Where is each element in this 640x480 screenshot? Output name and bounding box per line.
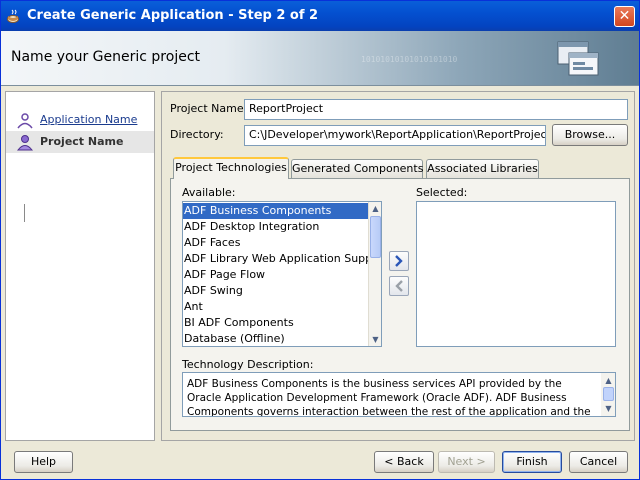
- cancel-button[interactable]: Cancel: [569, 451, 628, 473]
- available-label: Available:: [182, 186, 236, 199]
- selected-technologies-list[interactable]: [416, 201, 616, 347]
- application-window-icon: [557, 41, 599, 76]
- step-label: Project Name: [40, 135, 124, 148]
- next-button[interactable]: Next >: [438, 451, 495, 473]
- help-button[interactable]: Help: [14, 451, 73, 473]
- header-banner: Name your Generic project 10101010101010…: [1, 31, 639, 86]
- scrollbar-thumb[interactable]: [370, 216, 381, 258]
- list-item[interactable]: ADF Library Web Application Support: [183, 251, 381, 267]
- window-title: Create Generic Application - Step 2 of 2: [27, 8, 319, 23]
- banner-binary-decoration: 10101010101010101010: [361, 55, 458, 64]
- scroll-up-arrow-icon[interactable]: ▲: [602, 374, 615, 387]
- list-item[interactable]: Ant: [183, 299, 369, 315]
- directory-label: Directory:: [170, 128, 224, 141]
- step-project-name[interactable]: Project Name: [6, 131, 154, 153]
- available-list-scrollbar[interactable]: ▲ ▼: [368, 202, 381, 346]
- step-application-name[interactable]: Application Name: [6, 109, 154, 131]
- dialog-window: Create Generic Application - Step 2 of 2…: [0, 0, 640, 480]
- project-name-label: Project Name:: [170, 102, 248, 115]
- step-person-icon-current: [16, 135, 34, 151]
- list-item[interactable]: ADF Faces: [183, 235, 369, 251]
- tab-generated-components[interactable]: Generated Components: [291, 159, 423, 178]
- step-label: Application Name: [40, 113, 138, 126]
- scroll-down-arrow-icon[interactable]: ▼: [602, 402, 615, 415]
- technology-description-label: Technology Description:: [182, 358, 314, 371]
- scroll-up-arrow-icon[interactable]: ▲: [369, 202, 382, 215]
- title-bar[interactable]: Create Generic Application - Step 2 of 2…: [1, 1, 639, 31]
- description-scrollbar[interactable]: ▲ ▼: [601, 373, 615, 416]
- remove-from-selected-button[interactable]: [389, 276, 409, 296]
- tab-project-technologies[interactable]: Project Technologies: [173, 157, 289, 179]
- close-button[interactable]: ✕: [614, 6, 635, 27]
- list-item[interactable]: ADF Page Flow: [183, 267, 369, 283]
- browse-button[interactable]: Browse...: [552, 124, 628, 146]
- add-to-selected-button[interactable]: [389, 251, 409, 271]
- page-title: Name your Generic project: [11, 49, 201, 65]
- coffee-cup-icon: [7, 9, 19, 23]
- chevron-left-icon: [395, 280, 403, 292]
- scroll-down-arrow-icon[interactable]: ▼: [369, 333, 382, 346]
- technology-description-text: ADF Business Components is the business …: [187, 378, 591, 417]
- wizard-steps-panel: Application Name Project Name: [5, 91, 155, 441]
- directory-input[interactable]: C:\JDeveloper\mywork\ReportApplication\R…: [244, 125, 546, 146]
- technology-description-box[interactable]: ADF Business Components is the business …: [182, 372, 616, 417]
- scrollbar-thumb[interactable]: [603, 387, 614, 401]
- project-name-input[interactable]: ReportProject: [244, 99, 628, 120]
- chevron-right-icon: [395, 255, 403, 267]
- list-item[interactable]: ADF Business Components: [183, 203, 369, 219]
- back-button[interactable]: < Back: [374, 451, 434, 473]
- list-item[interactable]: Database (Offline): [183, 331, 369, 346]
- step-person-icon: [17, 113, 33, 129]
- available-technologies-list[interactable]: ADF Business Components ADF Desktop Inte…: [182, 201, 382, 347]
- list-item[interactable]: ADF Desktop Integration: [183, 219, 369, 235]
- list-item[interactable]: ADF Swing: [183, 283, 369, 299]
- finish-button[interactable]: Finish: [502, 451, 562, 473]
- close-icon: ✕: [618, 8, 631, 24]
- tab-associated-libraries[interactable]: Associated Libraries: [426, 159, 539, 178]
- list-item[interactable]: BI ADF Components: [183, 315, 369, 331]
- selected-label: Selected:: [416, 186, 468, 199]
- steps-connector: [24, 204, 25, 222]
